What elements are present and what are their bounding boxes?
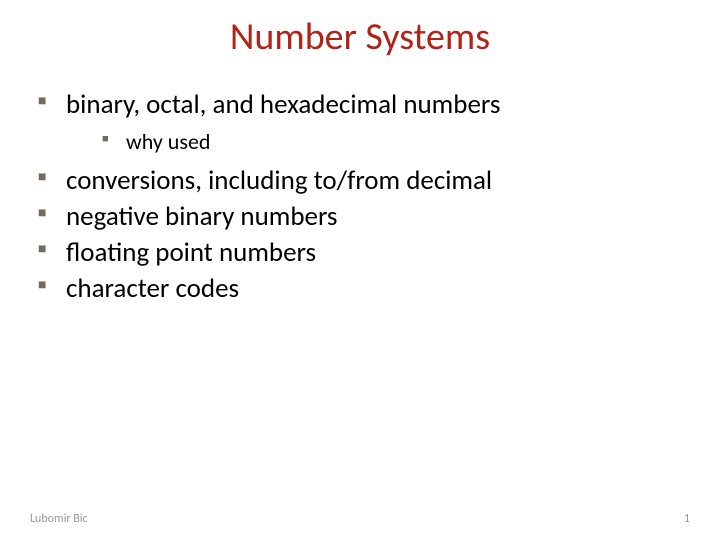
slide: Number Systems binary, octal, and hexade… xyxy=(0,0,720,540)
list-item: binary, octal, and hexadecimal numbers w… xyxy=(38,88,690,156)
list-item-text: character codes xyxy=(66,272,239,305)
list-item-text: floating point numbers xyxy=(66,236,316,269)
list-item: character codes xyxy=(38,272,690,306)
sub-list: why used xyxy=(66,128,690,157)
list-item-text: conversions, including to/from decimal xyxy=(66,164,492,197)
page-title: Number Systems xyxy=(30,14,690,60)
list-item-text: why used xyxy=(126,128,210,155)
footer-page-number: 1 xyxy=(684,512,690,526)
list-item: why used xyxy=(102,128,690,157)
footer-author: Lubomir Bic xyxy=(30,512,88,526)
list-item: negative binary numbers xyxy=(38,200,690,234)
list-item: conversions, including to/from decimal xyxy=(38,164,690,198)
bullet-list: binary, octal, and hexadecimal numbers w… xyxy=(30,88,690,305)
list-item-text: binary, octal, and hexadecimal numbers xyxy=(66,88,500,121)
list-item: floating point numbers xyxy=(38,236,690,270)
list-item-text: negative binary numbers xyxy=(66,200,337,233)
